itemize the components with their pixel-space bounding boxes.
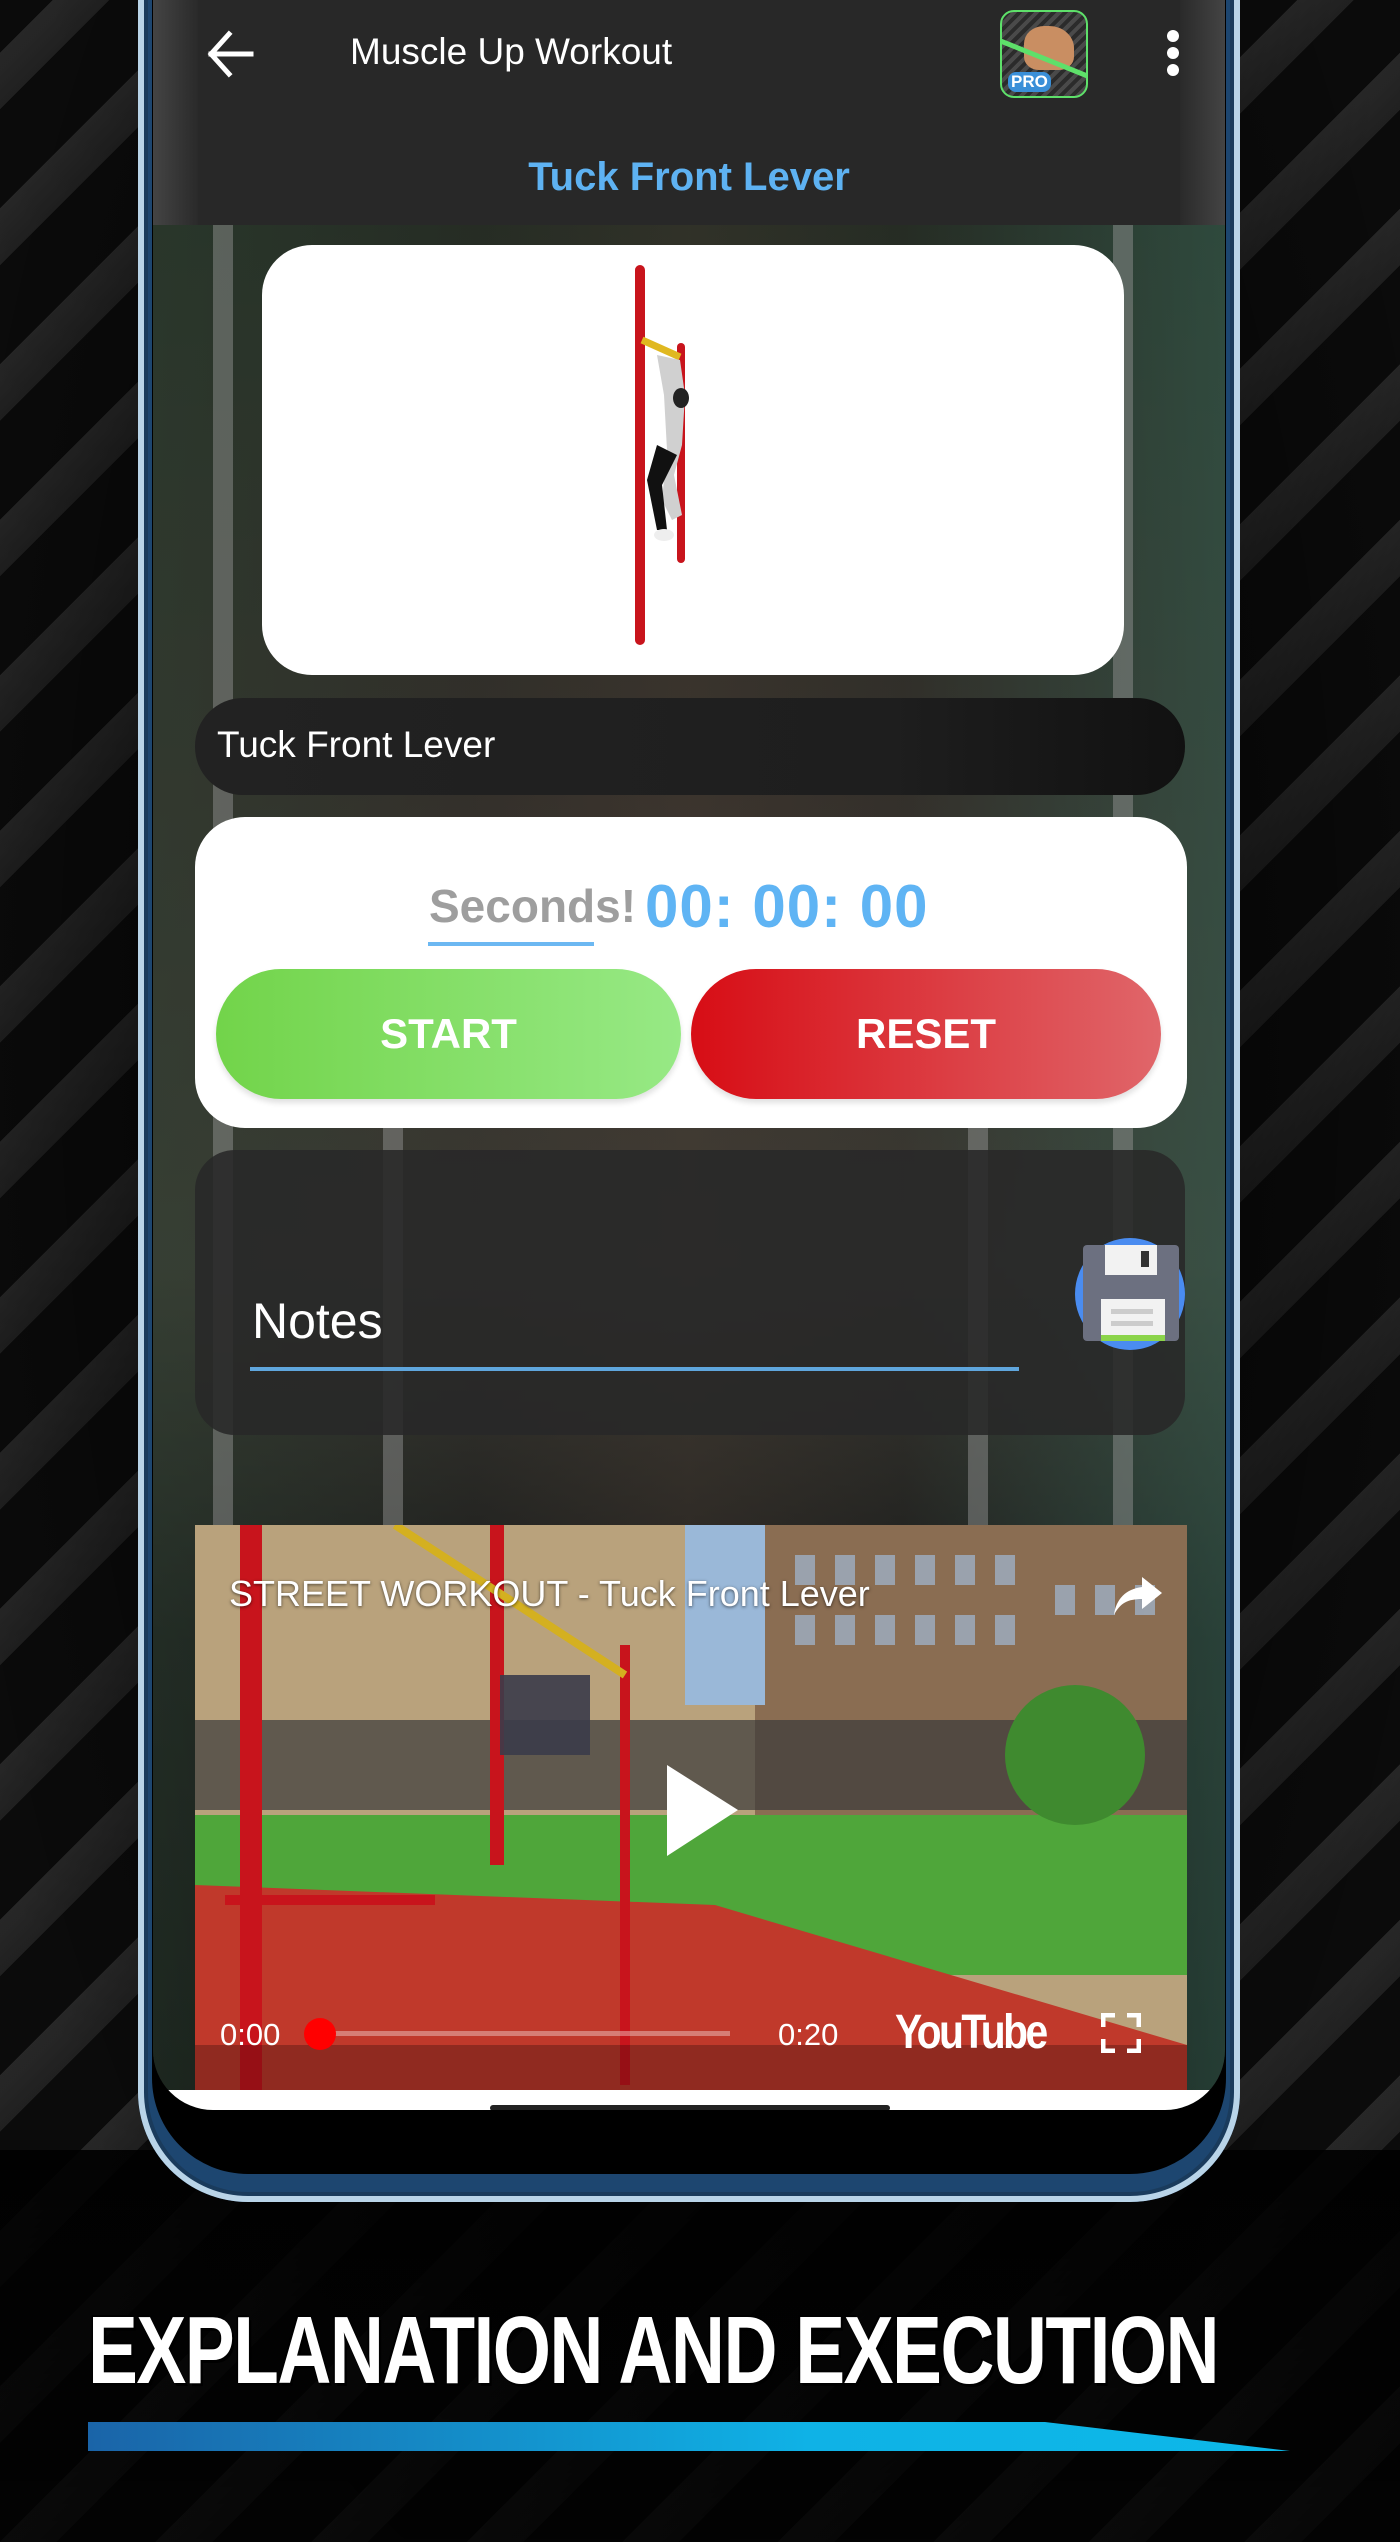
save-notes-button[interactable] [1073, 1237, 1188, 1352]
exercise-illustration [635, 265, 689, 645]
phone-screen: Muscle Up Workout PRO Tuck Front Lever T… [153, 0, 1225, 2110]
exercise-name: Tuck Front Lever [217, 724, 496, 765]
more-vertical-icon [1167, 30, 1179, 42]
accent-bar [88, 2422, 1290, 2451]
play-icon [667, 1765, 738, 1856]
reset-button[interactable]: RESET [691, 969, 1161, 1099]
exercise-heading: Tuck Front Lever [528, 155, 850, 199]
play-button[interactable] [665, 1763, 740, 1858]
share-icon [1114, 1577, 1162, 1615]
notes-panel [195, 1150, 1185, 1435]
muscle-up-pro-app-icon[interactable]: PRO [1000, 10, 1088, 98]
exercise-image [262, 245, 1124, 675]
video-progress-handle[interactable] [304, 2018, 336, 2050]
notes-input[interactable] [250, 1275, 1019, 1371]
timer-card: Seconds! 00: 00: 00 START RESET [195, 817, 1187, 1128]
video-title[interactable]: STREET WORKOUT - Tuck Front Lever [229, 1573, 870, 1615]
seconds-input[interactable]: Seconds! [429, 879, 636, 933]
fullscreen-button[interactable] [1100, 2012, 1142, 2054]
pro-badge: PRO [1008, 72, 1051, 92]
video-duration: 0:20 [778, 2017, 839, 2052]
app-title: Muscle Up Workout [350, 31, 673, 72]
floppy-disk-icon [1075, 1238, 1185, 1350]
current-time: 0:00 [220, 2017, 281, 2052]
arrow-left-icon [207, 30, 254, 78]
fullscreen-icon [1100, 2012, 1142, 2054]
share-button[interactable] [1110, 1573, 1165, 1618]
youtube-logo[interactable]: YouTube [895, 2005, 1048, 2060]
promo-headline: EXPLANATION AND EXECUTION [88, 2297, 1220, 2404]
seconds-input-underline [428, 942, 594, 946]
gesture-handle[interactable] [490, 2105, 890, 2110]
youtube-player[interactable]: STREET WORKOUT - Tuck Front Lever 0:00 0… [195, 1525, 1187, 2090]
app-bar: Muscle Up Workout PRO Tuck Front Lever [153, 0, 1225, 225]
more-options-button[interactable] [1163, 30, 1183, 80]
exercise-name-bar: Tuck Front Lever [195, 698, 1185, 795]
start-button[interactable]: START [216, 969, 681, 1099]
back-button[interactable] [205, 28, 255, 80]
timer-display: 00: 00: 00 [645, 873, 929, 940]
video-progress-bar[interactable] [304, 2018, 730, 2050]
